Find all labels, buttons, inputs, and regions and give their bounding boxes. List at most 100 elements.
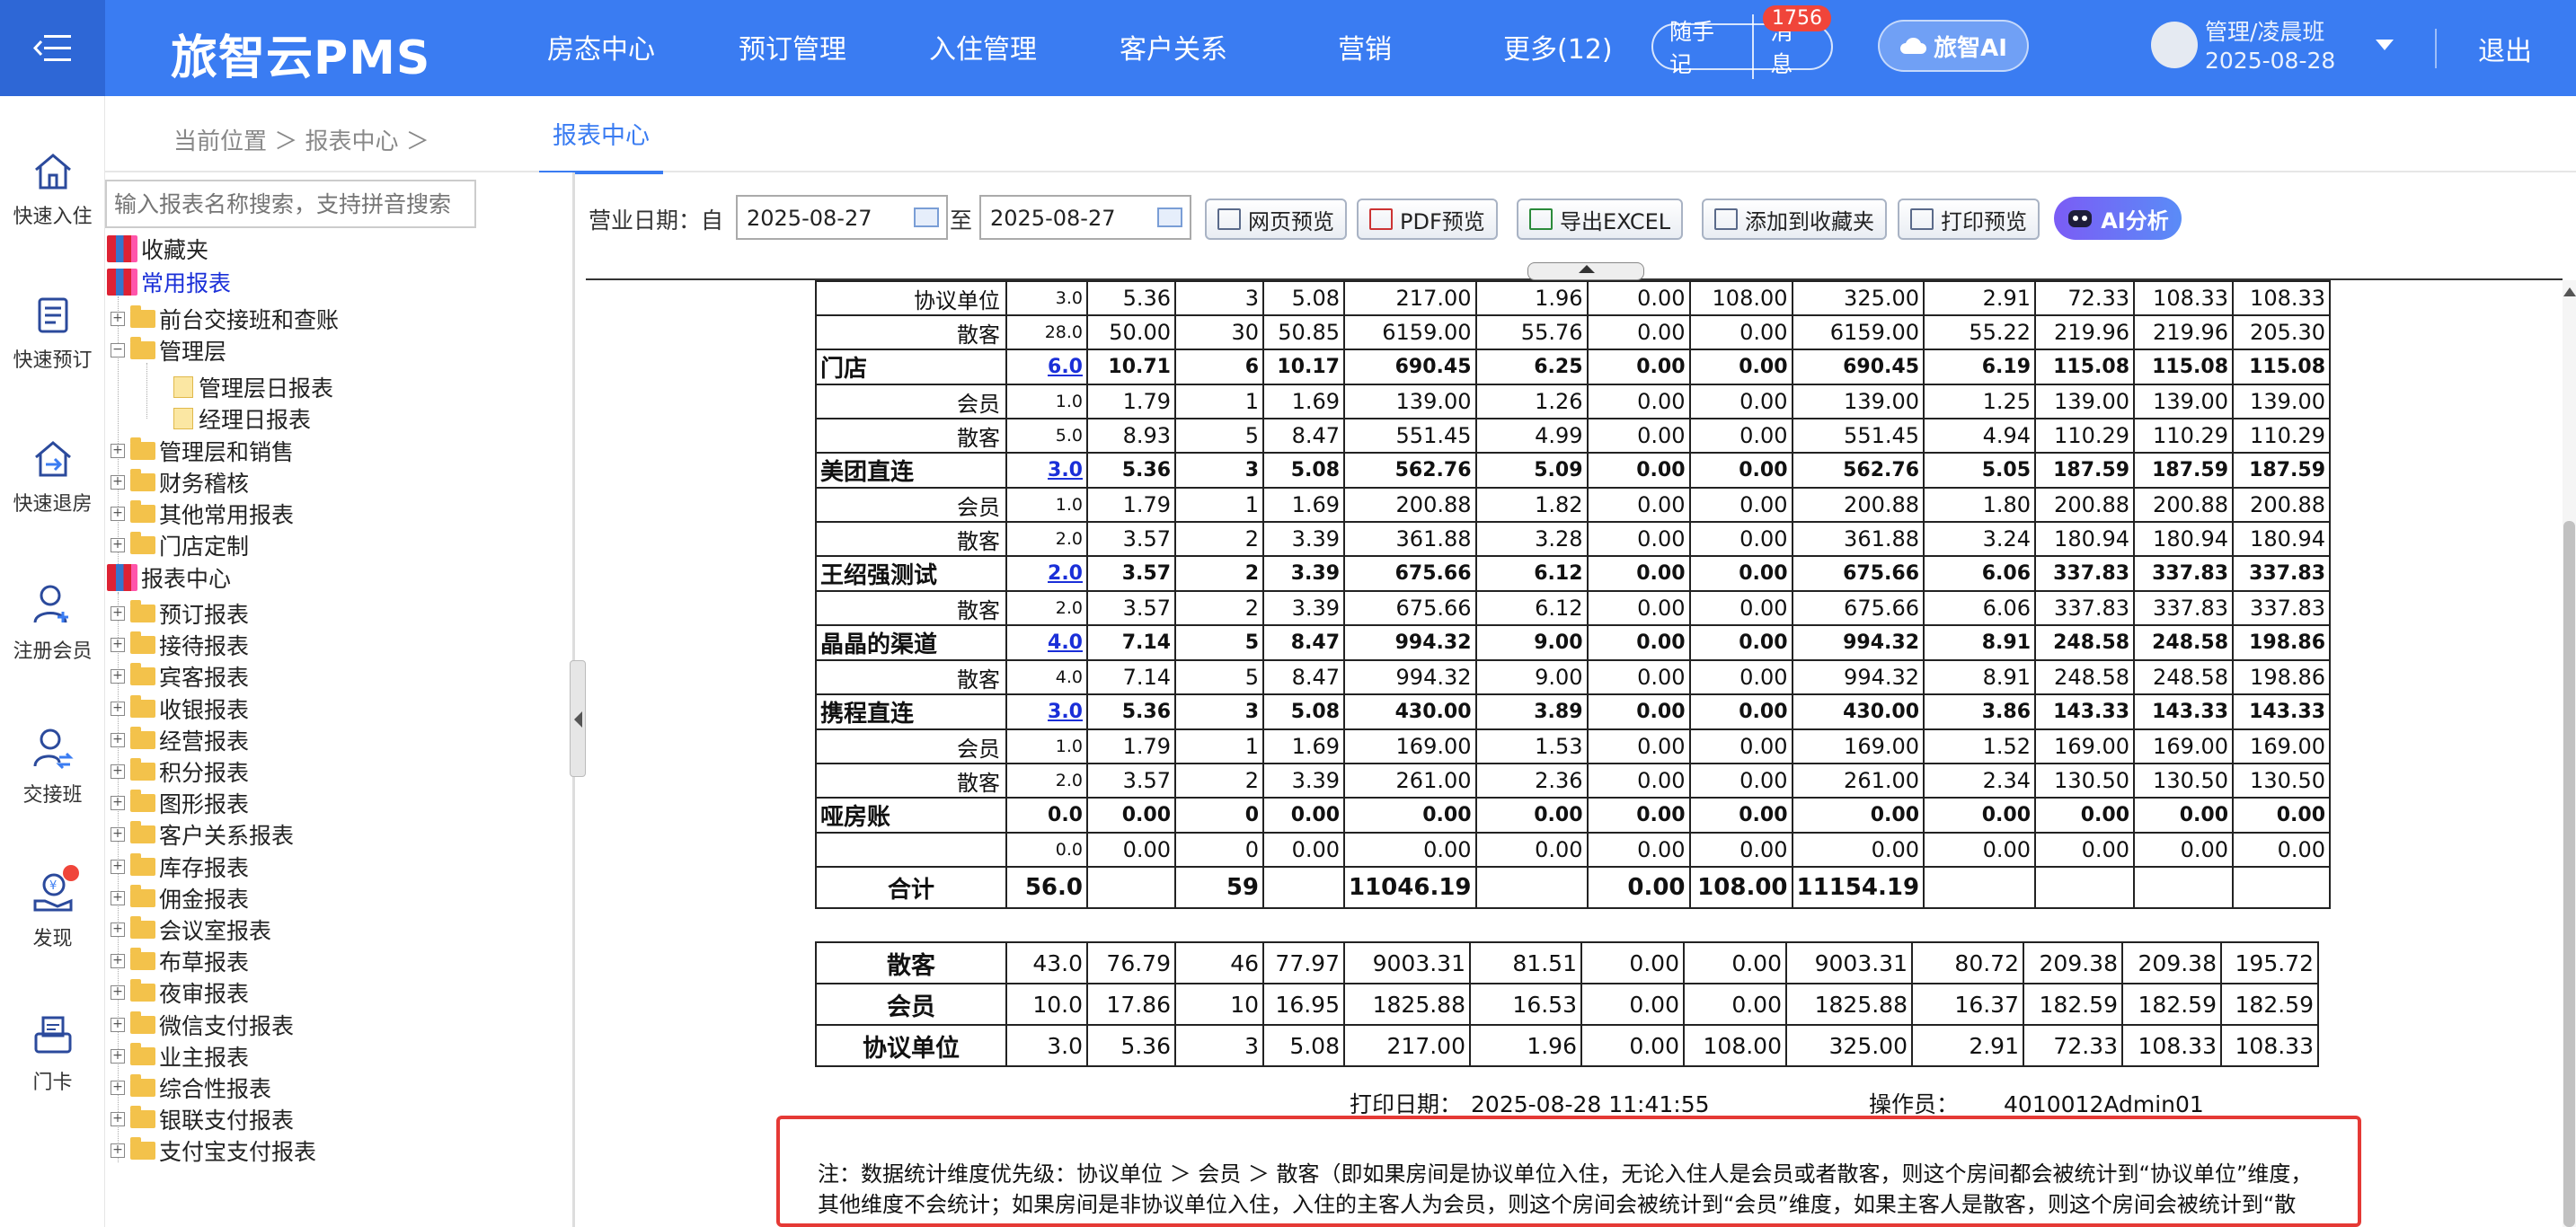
room-count-link[interactable]: 4.0 (1048, 631, 1083, 654)
expand-icon[interactable]: + (111, 312, 125, 326)
sidebar-item-shift-handover[interactable]: 交接班 (0, 727, 105, 808)
nav-room-status[interactable]: 房态中心 (547, 27, 655, 66)
nav-marketing[interactable]: 营销 (1338, 27, 1392, 66)
tree-node-center-1[interactable]: + 接待报表 (111, 630, 249, 660)
table-cell[interactable]: 3.0 (1005, 693, 1088, 730)
expand-icon[interactable]: + (111, 1112, 125, 1127)
tree-node-frontdesk[interactable]: + 前台交接班和查账 (111, 304, 339, 334)
tree-node-manager-daily[interactable]: 经理日报表 (173, 403, 311, 434)
tree-node-center-11[interactable]: + 布草报表 (111, 946, 249, 976)
room-count-link[interactable]: 3.0 (1048, 459, 1083, 481)
collapse-icon[interactable]: − (111, 343, 125, 358)
date-to-input[interactable]: 2025-08-27 (979, 195, 1191, 240)
ai-analysis-button[interactable]: AI分析 (2054, 197, 2182, 240)
tree-node-center-17[interactable]: + 支付宝支付报表 (111, 1135, 316, 1166)
expand-icon[interactable]: + (111, 954, 125, 969)
expand-icon[interactable]: + (111, 732, 125, 747)
nav-more[interactable]: 更多(12) (1503, 27, 1613, 66)
expand-icon[interactable]: + (111, 444, 125, 458)
expand-icon[interactable]: + (111, 764, 125, 779)
expand-icon[interactable]: + (111, 701, 125, 716)
tree-node-mgmt-daily[interactable]: 管理层日报表 (173, 372, 333, 402)
collapse-toolbar-icon[interactable] (1527, 262, 1644, 280)
tree-node-center-12[interactable]: + 夜审报表 (111, 977, 249, 1008)
user-info[interactable]: 管理/凌晨班 2025-08-28 (2205, 18, 2335, 75)
expand-icon[interactable]: + (111, 890, 125, 905)
sidebar-item-quick-reserve[interactable]: 快速预订 (0, 296, 105, 373)
expand-icon[interactable]: + (111, 669, 125, 684)
scroll-up-icon[interactable] (2563, 287, 2576, 296)
expand-icon[interactable]: + (111, 606, 125, 621)
room-count-link[interactable]: 2.0 (1048, 562, 1083, 585)
ai-assistant-button[interactable]: 旅智AI (1878, 20, 2029, 72)
report-search-input[interactable] (105, 180, 476, 228)
tree-node-center-2[interactable]: + 宾客报表 (111, 661, 249, 692)
tree-node-center-8[interactable]: + 库存报表 (111, 852, 249, 882)
tab-report-center[interactable]: 报表中心 (539, 116, 663, 174)
calendar-icon[interactable] (1157, 207, 1182, 227)
expand-icon[interactable]: + (111, 1143, 125, 1159)
tree-node-center-10[interactable]: + 会议室报表 (111, 914, 271, 945)
expand-icon[interactable]: + (111, 827, 125, 843)
tree-node-center-13[interactable]: + 微信支付报表 (111, 1010, 294, 1040)
expand-icon[interactable]: + (111, 1017, 125, 1032)
print-preview-button[interactable]: 打印预览 (1898, 199, 2040, 240)
table-cell[interactable]: 4.0 (1005, 624, 1088, 661)
sidebar-item-discover[interactable]: ¥ 发现 (0, 865, 105, 951)
logout-button[interactable]: 退出 (2478, 29, 2532, 68)
tree-node-center-6[interactable]: + 图形报表 (111, 788, 249, 818)
menu-toggle-button[interactable] (0, 0, 105, 96)
expand-icon[interactable]: + (111, 859, 125, 874)
sidebar-item-door-card[interactable]: 门卡 (0, 1014, 105, 1095)
pdf-preview-button[interactable]: PDF预览 (1357, 199, 1498, 240)
sidebar-item-quick-checkin[interactable]: 快速入住 (0, 152, 105, 229)
expand-icon[interactable]: + (111, 507, 125, 521)
table-cell[interactable]: 2.0 (1005, 555, 1088, 592)
expand-icon[interactable]: + (111, 475, 125, 490)
table-cell[interactable]: 3.0 (1005, 452, 1088, 489)
tree-node-center-4[interactable]: + 经营报表 (111, 725, 249, 755)
tree-node-center-14[interactable]: + 业主报表 (111, 1041, 249, 1072)
export-excel-button[interactable]: 导出EXCEL (1517, 199, 1684, 240)
nav-reservation[interactable]: 预订管理 (739, 27, 846, 66)
tree-node-center-0[interactable]: + 预订报表 (111, 598, 249, 629)
expand-icon[interactable]: + (111, 985, 125, 1001)
tree-node-common[interactable]: 常用报表 (107, 267, 231, 297)
tree-node-other-common[interactable]: + 其他常用报表 (111, 499, 294, 529)
nav-checkin[interactable]: 入住管理 (929, 27, 1037, 66)
tree-node-favorites[interactable]: 收藏夹 (107, 234, 208, 264)
tree-node-center-3[interactable]: + 收银报表 (111, 693, 249, 724)
collapse-panel-icon[interactable] (570, 660, 586, 777)
nav-crm[interactable]: 客户关系 (1120, 27, 1227, 66)
table-cell[interactable]: 6.0 (1005, 349, 1088, 385)
room-count-link[interactable]: 3.0 (1048, 701, 1083, 723)
expand-icon[interactable]: + (111, 1048, 125, 1064)
expand-icon[interactable]: + (111, 638, 125, 653)
room-count-link[interactable]: 6.0 (1048, 356, 1083, 378)
tree-node-center-7[interactable]: + 客户关系报表 (111, 819, 294, 850)
tree-node-mgmt-sales[interactable]: + 管理层和销售 (111, 436, 294, 466)
tree-node-store-custom[interactable]: + 门店定制 (111, 530, 249, 561)
tree-node-center-15[interactable]: + 综合性报表 (111, 1073, 271, 1103)
tree-node-center-9[interactable]: + 佣金报表 (111, 883, 249, 914)
memo-button[interactable]: 随手记 (1653, 14, 1755, 79)
tree-node-management[interactable]: − 管理层 (111, 335, 226, 366)
sidebar-item-quick-checkout[interactable]: 快速退房 (0, 439, 105, 516)
expand-icon[interactable]: + (111, 538, 125, 552)
avatar[interactable] (2151, 22, 2198, 68)
scrollbar-thumb[interactable] (2563, 521, 2575, 1227)
date-from-input[interactable]: 2025-08-27 (736, 195, 948, 240)
tree-node-center-16[interactable]: + 银联支付报表 (111, 1104, 294, 1134)
tree-node-report-center[interactable]: 报表中心 (107, 562, 231, 593)
tree-node-finance-audit[interactable]: + 财务稽核 (111, 467, 249, 498)
calendar-icon[interactable] (914, 207, 939, 227)
sidebar-item-register-member[interactable]: 注册会员 (0, 583, 105, 664)
sidebar-label: 发现 (32, 928, 73, 950)
add-favorite-button[interactable]: 添加到收藏夹 (1702, 199, 1887, 240)
web-preview-button[interactable]: 网页预览 (1205, 199, 1347, 240)
expand-icon[interactable]: + (111, 796, 125, 811)
user-dropdown-icon[interactable] (2376, 40, 2394, 50)
tree-node-center-5[interactable]: + 积分报表 (111, 756, 249, 787)
expand-icon[interactable]: + (111, 1081, 125, 1095)
expand-icon[interactable]: + (111, 922, 125, 937)
